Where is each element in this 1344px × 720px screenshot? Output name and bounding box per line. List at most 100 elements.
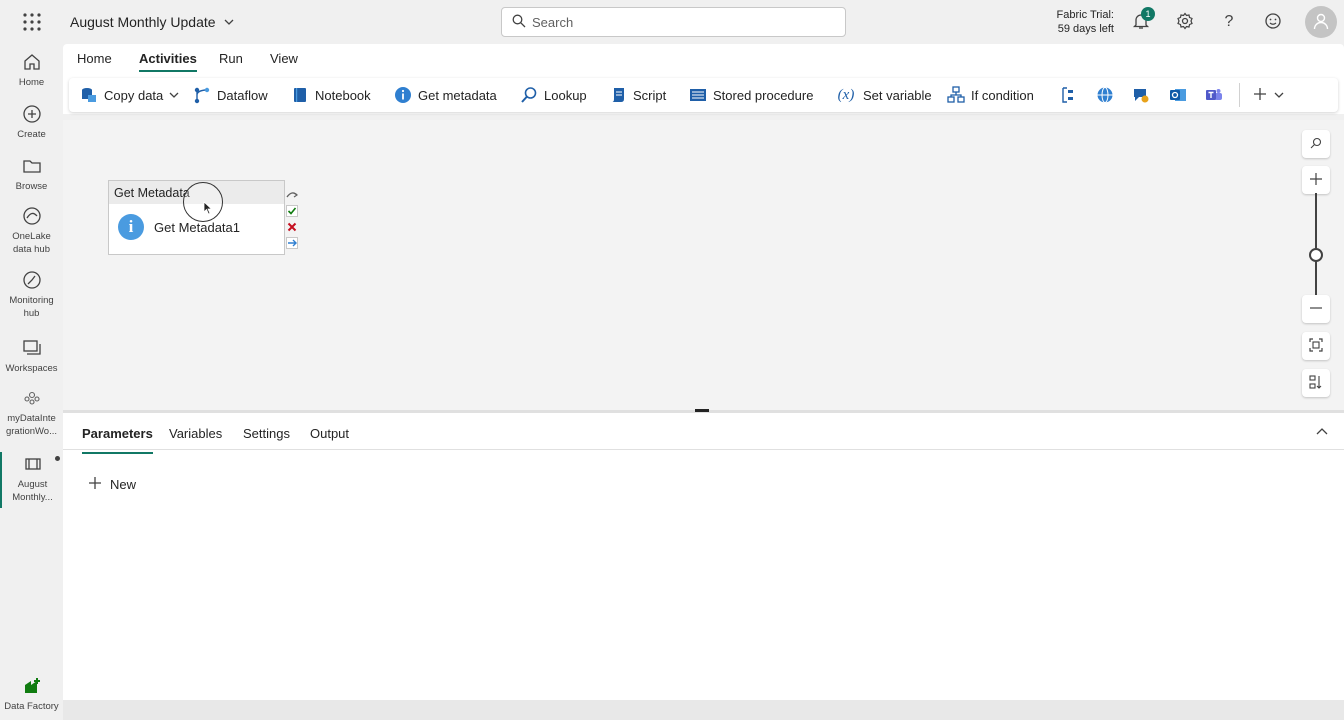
get-metadata-button[interactable]: Get metadata — [394, 86, 497, 104]
web-activity-button[interactable] — [1096, 86, 1114, 104]
splitter-grip[interactable] — [695, 409, 709, 412]
tab-activities[interactable]: Activities — [139, 51, 197, 72]
tab-run[interactable]: Run — [219, 51, 243, 66]
search-canvas-button[interactable] — [1302, 130, 1330, 158]
notebook-button[interactable]: Notebook — [291, 86, 371, 104]
add-activity-button[interactable] — [1252, 86, 1284, 105]
webhook-button[interactable] — [1132, 86, 1150, 104]
new-parameter-button[interactable]: New — [88, 476, 136, 493]
copy-data-button[interactable]: Copy data — [80, 86, 179, 104]
rail-item-create[interactable]: Create — [0, 104, 63, 141]
toolbar-label: Get metadata — [418, 87, 497, 103]
tab-view[interactable]: View — [270, 51, 298, 66]
auto-align-icon — [1309, 374, 1323, 392]
if-condition-button[interactable]: If condition — [947, 86, 1034, 104]
search-icon — [512, 14, 526, 31]
fit-screen-icon — [1309, 337, 1323, 355]
collapse-panel-icon[interactable] — [1315, 425, 1329, 442]
skip-handle[interactable] — [286, 189, 298, 201]
tab-settings[interactable]: Settings — [243, 426, 290, 441]
completion-handle[interactable] — [286, 237, 298, 249]
toolbar-separator — [1239, 83, 1240, 107]
search-box[interactable] — [501, 7, 846, 37]
group-icon — [0, 388, 63, 410]
panel-tabs: Parameters Variables Settings Output — [63, 413, 1344, 454]
rail-label: August — [17, 479, 48, 490]
fit-to-screen-button[interactable] — [1302, 332, 1330, 360]
rail-item-monitoring-hub[interactable]: Monitoring hub — [0, 270, 63, 320]
stored-procedure-icon — [689, 86, 707, 104]
folder-icon — [0, 156, 63, 178]
zoom-slider-track[interactable] — [1315, 193, 1317, 297]
trial-status[interactable]: Fabric Trial: 59 days left — [1040, 8, 1114, 36]
smiley-icon — [1264, 12, 1282, 33]
rail-label: hub — [23, 308, 40, 319]
toolbar-label: Notebook — [315, 87, 371, 103]
info-icon: i — [118, 214, 144, 240]
toolbar-label: Script — [633, 87, 667, 103]
tab-output[interactable]: Output — [310, 426, 349, 441]
chevron-down-icon — [1274, 88, 1284, 103]
lookup-button[interactable]: Lookup — [520, 86, 587, 104]
workspace-title: August Monthly Update — [70, 14, 216, 30]
help-button[interactable]: ? — [1218, 11, 1240, 33]
rail-item-browse[interactable]: Browse — [0, 156, 63, 193]
feedback-button[interactable] — [1262, 11, 1284, 33]
for-each-icon — [1059, 86, 1077, 104]
account-avatar[interactable] — [1305, 6, 1337, 38]
monitoring-icon — [0, 270, 63, 292]
workspaces-icon — [0, 338, 63, 360]
zoom-out-button[interactable] — [1302, 295, 1330, 323]
unsaved-dot — [55, 456, 60, 461]
rail-item-onelake-data-hub[interactable]: OneLake data hub — [0, 206, 63, 256]
rail-label: grationWo... — [5, 426, 58, 437]
rail-item-data-factory[interactable]: Data Factory — [0, 676, 63, 713]
minus-icon — [1309, 301, 1323, 318]
zoom-slider-thumb[interactable] — [1309, 248, 1323, 262]
rail-item-home[interactable]: Home — [0, 52, 63, 89]
settings-button[interactable] — [1174, 11, 1196, 33]
person-icon — [1312, 12, 1330, 33]
pipeline-icon — [2, 454, 63, 476]
outlook-button[interactable] — [1169, 86, 1187, 104]
script-button[interactable]: Script — [609, 86, 666, 104]
data-factory-icon — [0, 676, 63, 698]
pipeline-canvas[interactable]: Get Metadata i Get Metadata1 — [63, 120, 1344, 416]
success-handle[interactable] — [286, 205, 298, 217]
rail-label: OneLake — [12, 231, 51, 242]
question-mark-icon: ? — [1224, 13, 1234, 30]
teams-button[interactable] — [1205, 86, 1223, 104]
auto-align-button[interactable] — [1302, 369, 1330, 397]
dataflow-button[interactable]: Dataflow — [193, 86, 268, 104]
outlook-icon — [1169, 86, 1187, 104]
app-launcher-icon[interactable] — [22, 12, 42, 32]
rail-item-my-workspace[interactable]: myDataInte grationWo... — [0, 388, 63, 438]
tab-home[interactable]: Home — [77, 51, 112, 66]
mouse-pointer-icon — [203, 201, 213, 218]
stored-procedure-button[interactable]: Stored procedure — [689, 86, 813, 104]
tab-variables[interactable]: Variables — [169, 426, 222, 441]
zoom-in-button[interactable] — [1302, 166, 1330, 194]
rail-label: Monthly... — [12, 492, 53, 503]
properties-panel: Parameters Variables Settings Output New — [63, 413, 1344, 700]
toolbar-label: If condition — [971, 87, 1034, 103]
chevron-down-icon — [169, 88, 179, 103]
rail-item-august-monthly[interactable]: August Monthly... — [0, 452, 63, 508]
rail-item-workspaces[interactable]: Workspaces — [0, 338, 63, 375]
gear-icon — [1176, 12, 1194, 33]
plus-icon — [88, 476, 102, 493]
notifications-button[interactable]: 1 — [1130, 7, 1155, 33]
rail-label: Create — [17, 129, 46, 140]
failure-handle[interactable] — [286, 221, 298, 233]
activity-name: Get Metadata1 — [154, 219, 240, 235]
home-icon — [0, 52, 63, 74]
ribbon-tabs: Home Activities Run View — [63, 44, 1344, 74]
workspace-title-dropdown[interactable]: August Monthly Update — [70, 14, 234, 30]
toolbar-label: Stored procedure — [713, 87, 814, 103]
for-each-button[interactable] — [1059, 86, 1077, 104]
plus-icon — [1309, 172, 1323, 189]
search-input[interactable] — [532, 14, 832, 30]
script-icon — [609, 86, 627, 104]
tab-parameters[interactable]: Parameters — [82, 426, 153, 454]
set-variable-button[interactable]: (x) Set variable — [835, 86, 932, 104]
